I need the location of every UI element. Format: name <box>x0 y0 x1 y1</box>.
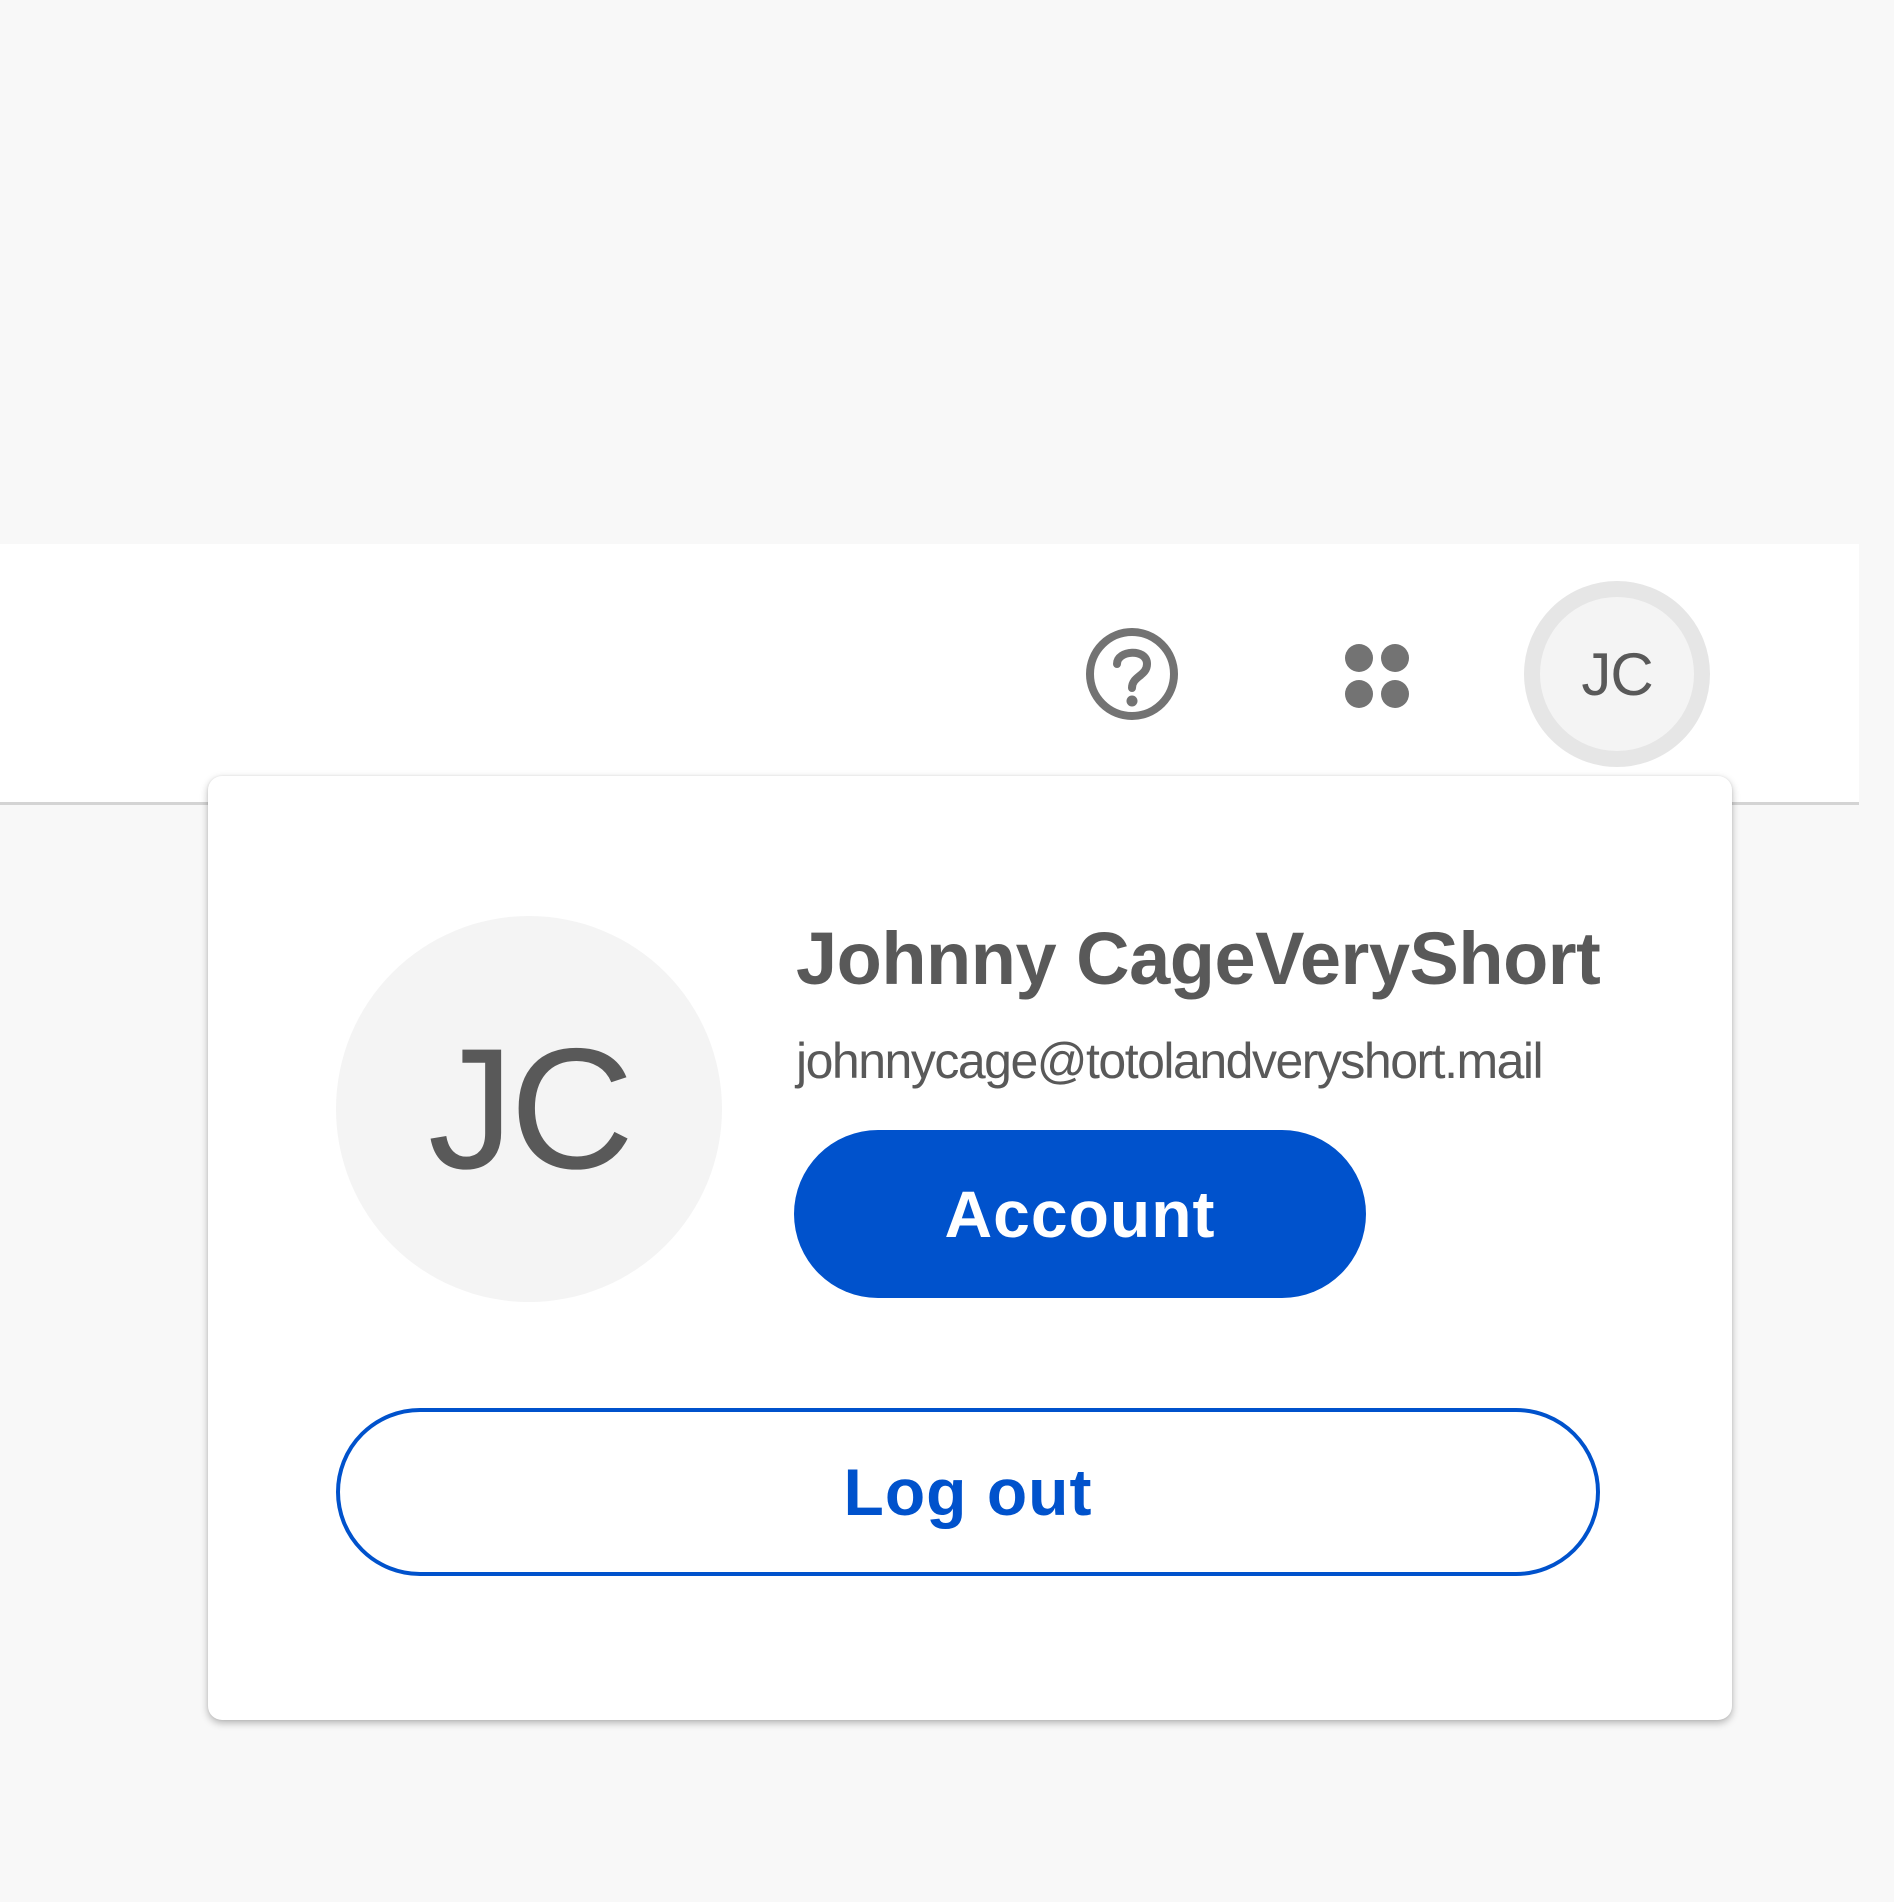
account-button[interactable]: Account <box>794 1130 1366 1298</box>
four-dot-grid-icon <box>1335 634 1415 714</box>
user-name: Johnny CageVeryShort <box>796 917 1601 1000</box>
profile-avatar: JC <box>336 916 722 1302</box>
logout-button[interactable]: Log out <box>336 1408 1600 1576</box>
profile-avatar-initials: JC <box>427 1013 634 1205</box>
profile-dropdown-panel: JC Johnny CageVeryShort johnnycage@totol… <box>208 776 1732 1720</box>
question-circle-icon <box>1086 628 1178 720</box>
user-email: johnnycage@totolandveryshort.mail <box>796 1033 1544 1089</box>
help-button[interactable] <box>1082 624 1182 724</box>
apps-menu-button[interactable] <box>1325 624 1425 724</box>
avatar-initials: JC <box>1581 640 1653 708</box>
user-avatar-button[interactable]: JC <box>1524 581 1710 767</box>
